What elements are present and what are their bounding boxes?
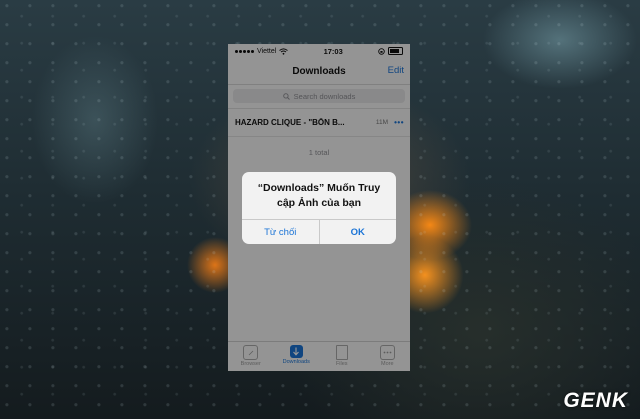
deny-button[interactable]: Từ chối [242, 220, 319, 244]
watermark-logo: GENK [563, 389, 628, 412]
permission-alert: “Downloads” Muốn Truy cập Ảnh của bạn Từ… [242, 172, 396, 244]
alert-message: “Downloads” Muốn Truy cập Ảnh của bạn [242, 172, 396, 220]
alert-buttons: Từ chối OK [242, 220, 396, 244]
ok-button[interactable]: OK [318, 220, 397, 244]
